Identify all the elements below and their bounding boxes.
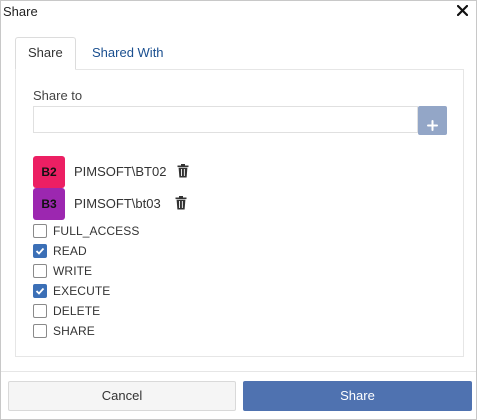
- share-button[interactable]: Share: [243, 381, 472, 411]
- permission-share: SHARE: [33, 323, 233, 341]
- dialog-titlebar: Share: [1, 1, 476, 23]
- permission-label: SHARE: [53, 324, 95, 338]
- trash-icon[interactable]: [175, 196, 187, 210]
- footer-divider: [1, 371, 476, 372]
- permission-checkbox[interactable]: [33, 304, 47, 318]
- permission-checkbox[interactable]: [33, 264, 47, 278]
- user-row: B2 PIMSOFT\BT02: [33, 156, 333, 188]
- dialog-title: Share: [3, 4, 38, 19]
- permission-checkbox[interactable]: [33, 244, 47, 258]
- share-dialog: Share Share Shared With Share to B2 PIMS…: [0, 0, 477, 420]
- user-name: PIMSOFT\BT02: [74, 164, 167, 179]
- share-to-input[interactable]: [33, 106, 418, 133]
- user-row: B3 PIMSOFT\bt03: [33, 188, 333, 220]
- cancel-button[interactable]: Cancel: [8, 381, 236, 411]
- close-icon[interactable]: [457, 2, 471, 18]
- share-panel: Share to B2 PIMSOFT\BT02 B3 PIMSOFT\bt03…: [15, 69, 464, 357]
- add-recipient-button[interactable]: [418, 106, 447, 135]
- avatar: B2: [33, 156, 65, 188]
- tab-share[interactable]: Share: [15, 37, 76, 70]
- tab-shared-with[interactable]: Shared With: [79, 37, 177, 68]
- permission-full-access: FULL_ACCESS: [33, 223, 233, 241]
- permission-execute: EXECUTE: [33, 283, 233, 301]
- tab-bar: Share Shared With: [15, 37, 464, 70]
- permission-label: EXECUTE: [53, 284, 111, 298]
- permission-checkbox[interactable]: [33, 224, 47, 238]
- permission-write: WRITE: [33, 263, 233, 281]
- permission-label: FULL_ACCESS: [53, 224, 140, 238]
- permission-checkbox[interactable]: [33, 324, 47, 338]
- permission-label: READ: [53, 244, 87, 258]
- permission-checkbox[interactable]: [33, 284, 47, 298]
- permission-delete: DELETE: [33, 303, 233, 321]
- user-name: PIMSOFT\bt03: [74, 196, 161, 211]
- permission-read: READ: [33, 243, 233, 261]
- trash-icon[interactable]: [177, 164, 189, 178]
- avatar: B3: [33, 188, 65, 220]
- plus-icon: [427, 119, 438, 131]
- share-to-label: Share to: [33, 88, 83, 103]
- permission-label: DELETE: [53, 304, 101, 318]
- permission-label: WRITE: [53, 264, 93, 278]
